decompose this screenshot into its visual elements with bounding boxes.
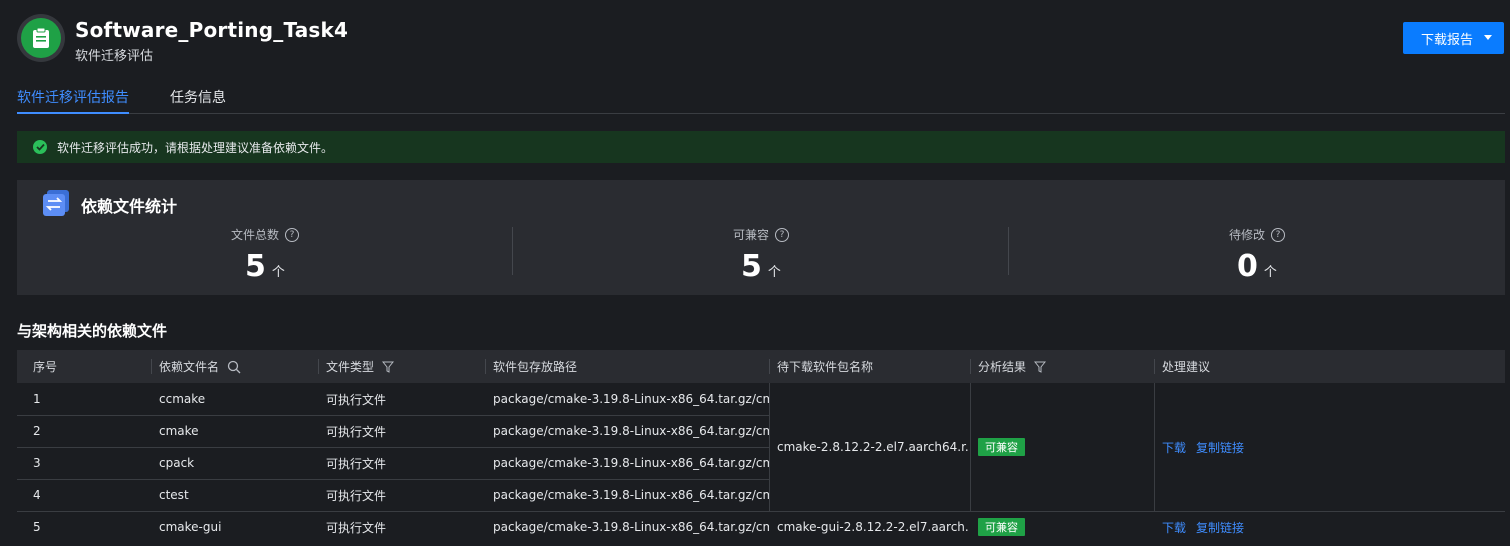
- cell-action: 下载 复制链接: [1154, 511, 1505, 543]
- cell-filetype: 可执行文件: [326, 456, 387, 471]
- cell-index: 3: [33, 456, 41, 470]
- task-logo: [17, 14, 65, 62]
- check-circle-icon: [33, 140, 47, 154]
- cell-index: 2: [33, 424, 41, 438]
- cell-action: 下载 复制链接: [1154, 383, 1505, 511]
- section-title: 与架构相关的依赖文件: [17, 322, 168, 340]
- cell-path[interactable]: package/cmake-3.19.8-Linux-x86_64.tar.gz…: [485, 415, 769, 447]
- cell-filename: ctest: [159, 488, 189, 502]
- copy-link[interactable]: 复制链接: [1196, 519, 1244, 536]
- stat-to-modify: 待修改? 0个: [1009, 226, 1505, 284]
- success-alert: 软件迁移评估成功，请根据处理建议准备依赖文件。: [17, 131, 1505, 163]
- stat-value: 0: [1237, 249, 1258, 284]
- cell-index: 5: [33, 520, 41, 534]
- cell-path[interactable]: package/cmake-3.19.8-Linux-x86_64.tar.gz…: [485, 447, 769, 479]
- cell-result: 可兼容: [970, 511, 1154, 543]
- cell-filename: cmake-gui: [159, 520, 222, 534]
- dependency-stats-panel: 依赖文件统计 文件总数? 5个 可兼容? 5个 待修改? 0个: [17, 180, 1505, 295]
- tab-active-indicator: [17, 112, 129, 114]
- cell-index: 1: [33, 392, 41, 406]
- stat-label: 文件总数: [230, 228, 279, 242]
- cell-filetype: 可执行文件: [326, 424, 387, 439]
- cell-path[interactable]: package/cmake-3.19.8-Linux-x86_64.tar.gz…: [485, 383, 769, 415]
- transfer-icon: [43, 190, 69, 216]
- col-package: 待下载软件包名称: [769, 350, 873, 383]
- page-title: Software_Porting_Task4: [75, 18, 349, 42]
- compatible-badge: 可兼容: [978, 438, 1025, 456]
- copy-link[interactable]: 复制链接: [1196, 439, 1244, 456]
- cell-filename: ccmake: [159, 392, 206, 406]
- help-icon[interactable]: ?: [775, 227, 789, 242]
- stat-value: 5: [741, 249, 762, 284]
- col-index: 序号: [33, 360, 58, 374]
- stat-compatible: 可兼容? 5个: [513, 226, 1009, 284]
- download-report-button[interactable]: 下载报告: [1403, 22, 1504, 54]
- col-filetype: 文件类型: [318, 350, 395, 383]
- tab-bar: 软件迁移评估报告 任务信息: [17, 76, 1505, 114]
- page-header: Software_Porting_Task4 软件迁移评估 下载报告: [0, 0, 1510, 76]
- col-filename: 依赖文件名: [151, 350, 241, 383]
- stat-unit: 个: [1263, 265, 1277, 280]
- filter-icon[interactable]: [1034, 361, 1047, 373]
- stat-total-files: 文件总数? 5个: [17, 226, 513, 284]
- stat-label: 可兼容: [732, 228, 769, 242]
- tab-task-info[interactable]: 任务信息: [170, 87, 226, 107]
- compatible-badge: 可兼容: [978, 518, 1025, 536]
- stat-unit: 个: [767, 265, 781, 280]
- cell-path[interactable]: package/cmake-3.19.8-Linux-x86_64.tar.gz…: [485, 511, 769, 543]
- table-header: 序号 依赖文件名 文件类型 软件包存放路径 待下载软件包名称 分析结果 处理建议: [17, 350, 1505, 383]
- cell-filename: cmake: [159, 424, 199, 438]
- clipboard-icon: [33, 27, 49, 48]
- stats-title: 依赖文件统计: [81, 197, 178, 216]
- tab-migration-report[interactable]: 软件迁移评估报告: [17, 87, 129, 107]
- help-icon[interactable]: ?: [285, 227, 299, 242]
- download-link[interactable]: 下载: [1162, 439, 1186, 456]
- stat-value: 5: [245, 249, 266, 284]
- cell-result: 可兼容: [970, 383, 1154, 511]
- download-report-label: 下载报告: [1421, 32, 1474, 48]
- alert-text: 软件迁移评估成功，请根据处理建议准备依赖文件。: [57, 140, 334, 155]
- cell-package-name[interactable]: cmake-2.8.12.2-2.el7.aarch64.r...: [769, 383, 970, 511]
- download-link[interactable]: 下载: [1162, 519, 1186, 536]
- col-action: 处理建议: [1154, 350, 1210, 383]
- help-icon[interactable]: ?: [1271, 227, 1285, 242]
- cell-filetype: 可执行文件: [326, 488, 387, 503]
- cell-index: 4: [33, 488, 41, 502]
- filter-icon[interactable]: [382, 361, 395, 373]
- search-icon[interactable]: [227, 360, 241, 374]
- caret-down-icon: [1484, 35, 1492, 40]
- page-subtitle: 软件迁移评估: [75, 49, 154, 64]
- col-result: 分析结果: [970, 350, 1047, 383]
- cell-path[interactable]: package/cmake-3.19.8-Linux-x86_64.tar.gz…: [485, 479, 769, 511]
- stat-label: 待修改: [1228, 228, 1265, 242]
- cell-filetype: 可执行文件: [326, 392, 387, 407]
- cell-package-name[interactable]: cmake-gui-2.8.12.2-2.el7.aarch...: [769, 511, 970, 543]
- col-path: 软件包存放路径: [485, 350, 577, 383]
- cell-filename: cpack: [159, 456, 195, 470]
- cell-filetype: 可执行文件: [326, 520, 387, 535]
- stat-unit: 个: [271, 265, 285, 280]
